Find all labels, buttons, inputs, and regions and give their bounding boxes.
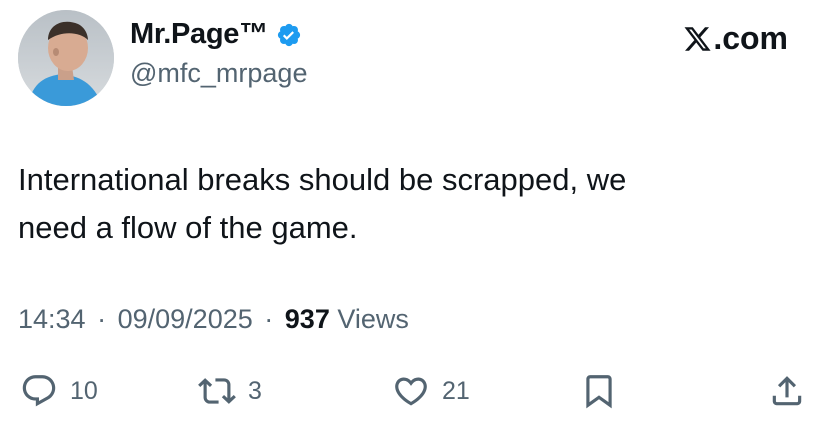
tweet-text: International breaks should be scrapped,…	[18, 162, 627, 245]
brand-domain: .com	[713, 20, 788, 56]
display-name[interactable]: Mr.Page™	[130, 18, 268, 51]
meta-separator: ·	[97, 304, 107, 334]
reply-icon	[22, 375, 56, 407]
bookmark-button[interactable]	[580, 368, 618, 414]
tweet-meta: 14:34 · 09/09/2025 · 937 Views	[18, 304, 409, 335]
like-icon	[395, 377, 427, 406]
bookmark-icon	[586, 375, 612, 409]
reply-count: 10	[70, 376, 98, 405]
avatar[interactable]	[18, 10, 114, 106]
brand-label: .com	[683, 20, 788, 57]
author-name-row: Mr.Page™	[130, 18, 302, 51]
x-logo-icon	[684, 26, 711, 51]
share-icon	[772, 376, 802, 406]
verified-badge-icon	[277, 23, 300, 46]
like-count: 21	[442, 376, 470, 405]
repost-button[interactable]: 3	[198, 368, 262, 414]
views-count: 937	[284, 304, 330, 334]
author-handle[interactable]: @mfc_mrpage	[130, 58, 307, 89]
repost-icon	[198, 378, 236, 404]
share-button[interactable]	[768, 368, 806, 414]
tweet-date[interactable]: 09/09/2025	[118, 304, 253, 334]
like-button[interactable]: 21	[392, 368, 470, 414]
tweet-time[interactable]: 14:34	[18, 304, 86, 334]
repost-count: 3	[248, 376, 262, 405]
meta-separator: ·	[264, 304, 274, 334]
views-label: Views	[337, 304, 409, 334]
tweet-card: Mr.Page™ @mfc_mrpage .com International …	[0, 0, 828, 434]
reply-button[interactable]: 10	[20, 368, 98, 414]
action-bar: 10 3 21	[0, 368, 828, 414]
